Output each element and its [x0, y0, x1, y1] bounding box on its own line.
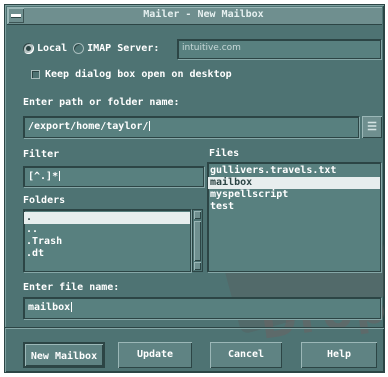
files-label: Files [209, 148, 240, 159]
window-menu-icon [11, 14, 21, 17]
text-cursor [149, 121, 151, 131]
window-menu-button[interactable] [8, 8, 24, 23]
path-label: Enter path or folder name: [23, 97, 180, 108]
help-button[interactable]: Help [301, 342, 377, 368]
new-mailbox-button[interactable]: New Mailbox [23, 342, 105, 368]
path-input[interactable]: /export/home/taylor/ [23, 116, 359, 138]
filter-value: [^.]* [28, 171, 59, 182]
folders-list[interactable]: ... .Trash .dt [23, 209, 191, 272]
scroll-up-arrow[interactable] [194, 211, 201, 219]
keep-open-checkbox[interactable] [31, 70, 40, 79]
imap-radio[interactable] [73, 42, 85, 54]
text-cursor [71, 302, 73, 312]
list-item[interactable]: .Trash [24, 236, 190, 248]
cancel-button[interactable]: Cancel [210, 342, 282, 368]
button-separator [5, 327, 384, 329]
list-item[interactable]: mailbox [208, 177, 380, 189]
path-value: /export/home/taylor/ [28, 121, 149, 132]
update-button[interactable]: Update [118, 342, 192, 368]
list-item[interactable]: test [208, 201, 380, 213]
list-item[interactable]: gullivers.travels.txt [208, 165, 380, 177]
window-title: Mailer - New Mailbox [143, 9, 264, 20]
local-radio[interactable] [23, 42, 34, 54]
title-bar[interactable]: Mailer - New Mailbox [7, 7, 382, 25]
list-item[interactable]: . [24, 212, 190, 224]
filter-label: Filter [23, 149, 60, 160]
server-selection: Local IMAP Server: [23, 38, 159, 58]
scroll-down-arrow[interactable] [194, 262, 201, 270]
list-item[interactable]: .. [24, 224, 190, 236]
file-name-label: Enter file name: [23, 282, 120, 293]
path-history-button[interactable]: ☰ [362, 116, 382, 138]
text-cursor [59, 171, 61, 181]
imap-label: IMAP Server: [87, 42, 160, 54]
file-name-value: mailbox [28, 302, 71, 313]
folders-scrollbar[interactable] [192, 209, 203, 272]
keep-open-label: Keep dialog box open on desktop [45, 69, 232, 80]
list-item[interactable]: myspellscript [208, 189, 380, 201]
list-item[interactable]: .dt [24, 248, 190, 260]
files-list[interactable]: gullivers.travels.txt mailbox myspellscrip… [207, 162, 381, 272]
file-name-input[interactable]: mailbox [23, 297, 381, 319]
folders-label: Folders [23, 195, 66, 206]
scroll-thumb[interactable] [194, 221, 201, 261]
filter-input[interactable]: [^.]* [23, 166, 204, 187]
new-mailbox-dialog: Drop Mailer - New Mailbox Local IMAP Ser… [4, 4, 385, 373]
imap-server-input[interactable]: intuitive.com [177, 39, 381, 59]
local-label: Local [37, 42, 68, 54]
